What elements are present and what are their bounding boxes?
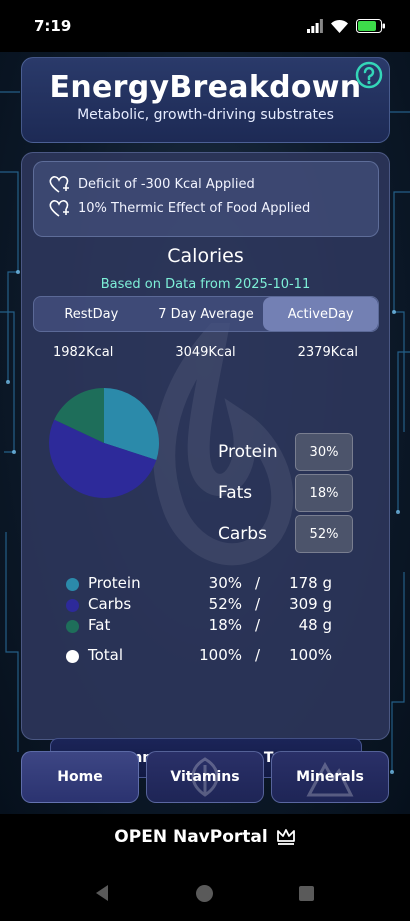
battery-icon [356,19,385,33]
note-tef: 10% Thermic Effect of Food Applied [48,196,378,220]
legend-dot [66,599,79,612]
wifi-icon [331,19,348,33]
tab-7-day-average[interactable]: 7 Day Average [149,297,264,331]
legend-percent: 30% [208,574,242,592]
home-icon[interactable] [196,885,213,902]
legend-row-total: Total 100% / 100% [66,646,332,666]
status-icons [307,19,386,33]
tab-active-day[interactable]: ActiveDay [263,297,378,331]
legend-total-value: 100% [289,646,332,664]
kcal-rest-day: 1982Kcal [52,345,114,360]
legend-row-fat: Fat 18% / 48 g [66,616,332,636]
protein-percent-box[interactable]: 30% [295,433,353,471]
legend-name: Total [88,646,124,664]
legend-row-protein: Protein 30% / 178 g [66,574,332,594]
protein-label: Protein [218,442,278,462]
legend-grams: 48 g [298,616,332,634]
day-type-tabs: RestDay 7 Day Average ActiveDay [33,296,379,332]
legend-row-carbs: Carbs 52% / 309 g [66,595,332,615]
carbs-percent-box[interactable]: 52% [295,515,353,553]
nav-vitamins-button[interactable]: Vitamins [146,751,264,803]
nav-label: Home [57,769,103,785]
legend-slash: / [255,574,261,592]
nav-label: Minerals [296,769,364,785]
kcal-active-day: 2379Kcal [297,345,358,360]
help-circle-icon[interactable] [355,61,383,89]
legend-dot [66,650,79,663]
kcal-7-day-average: 3049Kcal [175,345,236,360]
app-subtitle: Metabolic, growth-driving substrates [77,107,334,123]
heart-plus-icon [49,176,69,193]
nav-home-button[interactable]: Home [21,751,139,803]
legend-grams: 178 g [289,574,332,592]
recents-icon[interactable] [299,886,314,901]
legend-name: Protein [88,574,141,592]
note-text: Deficit of -300 Kcal Applied [78,176,255,192]
status-bar: 7:19 [0,0,410,52]
back-icon[interactable] [94,884,110,902]
signal-icon [307,19,323,33]
legend-grams: 309 g [289,595,332,613]
legend-slash: / [255,616,261,634]
legend-name: Fat [88,616,111,634]
header-card: EnergyBreakdown Metabolic, growth-drivin… [21,57,390,143]
legend-percent: 52% [208,595,242,613]
legend-percent: 18% [208,616,242,634]
portal-label: OPEN NavPortal [114,827,268,847]
data-date: Based on Data from 2025-10-11 [100,277,311,292]
main-card: Deficit of -300 Kcal Applied 10% Thermic… [21,152,390,778]
legend-dot [66,578,79,591]
note-deficit: Deficit of -300 Kcal Applied [48,172,378,196]
crown-icon [276,829,295,845]
kcal-row: 1982Kcal 3049Kcal 2379Kcal [22,345,389,360]
system-navigation-bar [0,860,410,921]
calories-title: Calories [167,245,244,267]
open-navportal-button[interactable]: OPEN NavPortal [0,814,410,860]
legend-name: Carbs [88,595,132,613]
legend-percent: 100% [199,646,242,664]
tab-rest-day[interactable]: RestDay [34,297,149,331]
legend-slash: / [255,646,261,664]
fats-percent-box[interactable]: 18% [295,474,353,512]
app-screen: EnergyBreakdown Metabolic, growth-drivin… [0,52,410,814]
carbs-label: Carbs [218,524,267,544]
legend-dot [66,620,79,633]
status-time: 7:19 [34,17,72,35]
macro-pie-chart [48,388,159,499]
notes-card: Deficit of -300 Kcal Applied 10% Thermic… [33,161,379,237]
app-title: EnergyBreakdown [49,70,362,105]
note-text: 10% Thermic Effect of Food Applied [78,200,311,216]
heart-plus-icon [49,200,69,217]
fats-label: Fats [218,483,253,503]
nav-minerals-button[interactable]: Minerals [271,751,389,803]
legend-slash: / [255,595,261,613]
nav-label: Vitamins [170,769,240,785]
